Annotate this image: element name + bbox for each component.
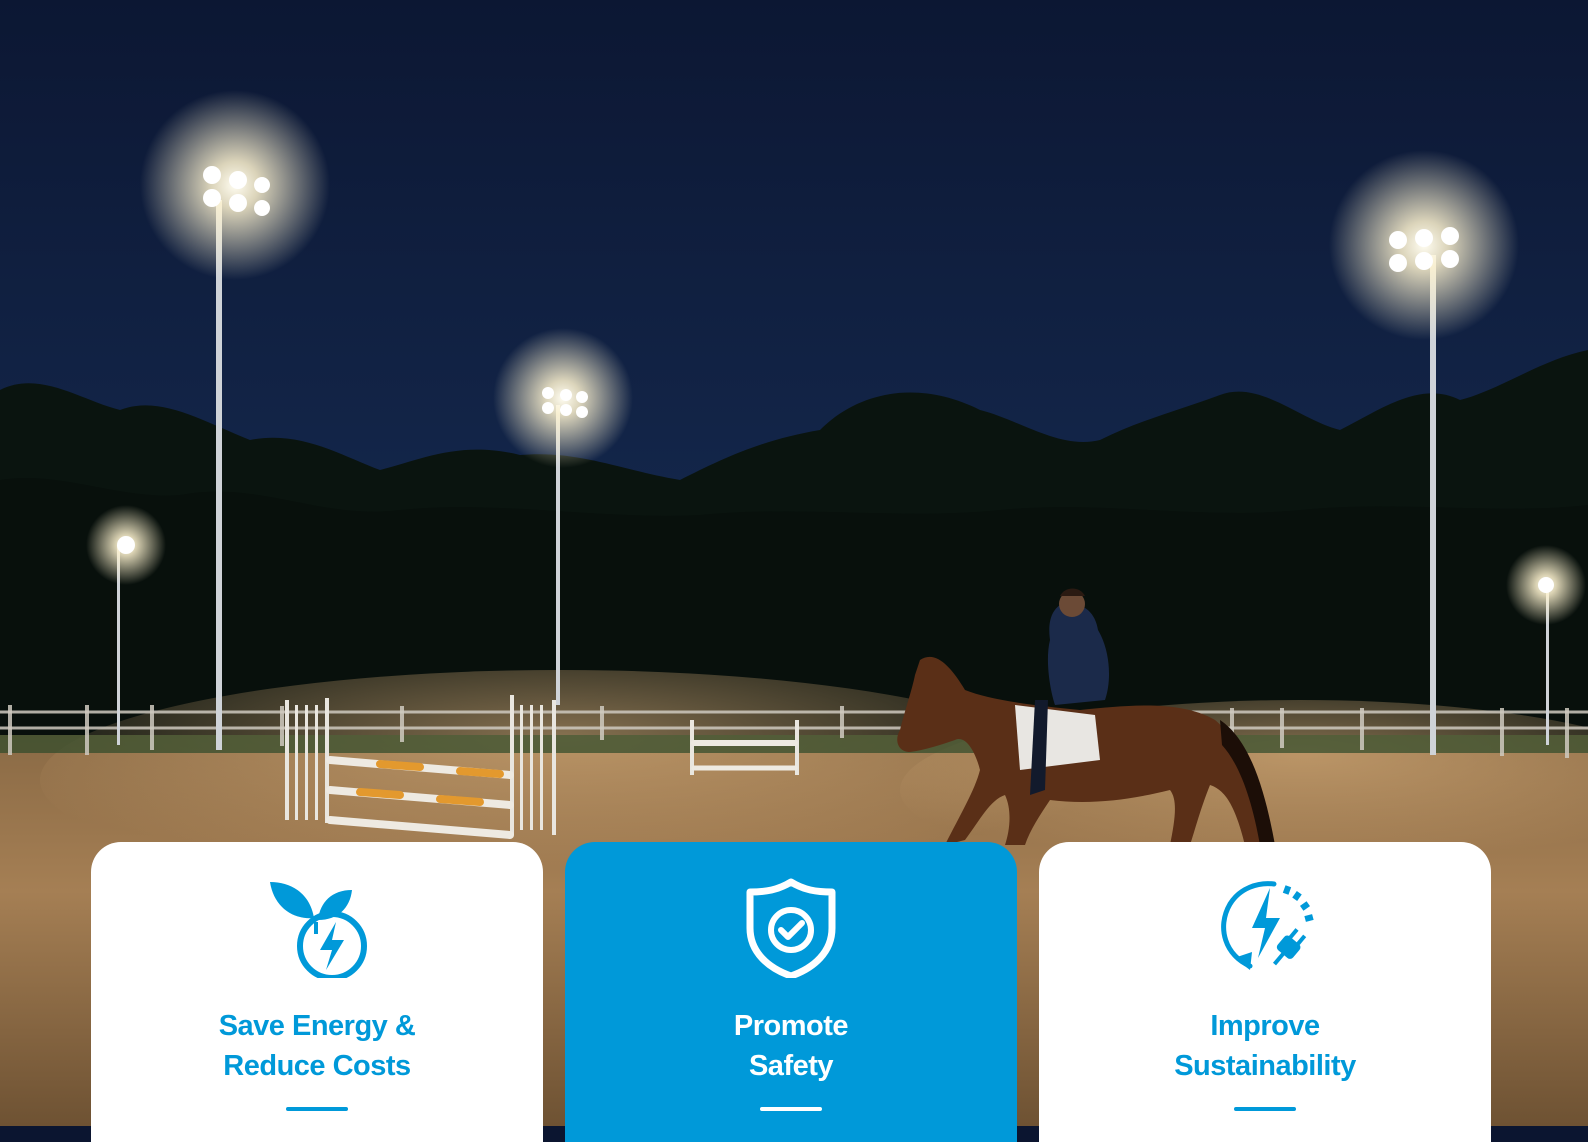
card-divider: [1234, 1107, 1296, 1111]
card-title: Save Energy & Reduce Costs: [218, 1010, 416, 1082]
card-title: Promote Safety: [733, 1010, 849, 1082]
benefit-card-promote-safety[interactable]: Promote Safety: [565, 842, 1017, 1142]
recycle-energy-plug-icon: [1210, 878, 1320, 978]
leaf-energy-icon: [262, 878, 372, 981]
card-divider: [760, 1107, 822, 1111]
benefit-card-sustainability[interactable]: Improve Sustainability: [1039, 842, 1491, 1142]
card-divider: [286, 1107, 348, 1111]
card-title: Improve Sustainability: [1174, 1010, 1356, 1082]
benefit-card-save-energy[interactable]: Save Energy & Reduce Costs: [91, 842, 543, 1142]
shield-check-icon: [736, 878, 846, 980]
